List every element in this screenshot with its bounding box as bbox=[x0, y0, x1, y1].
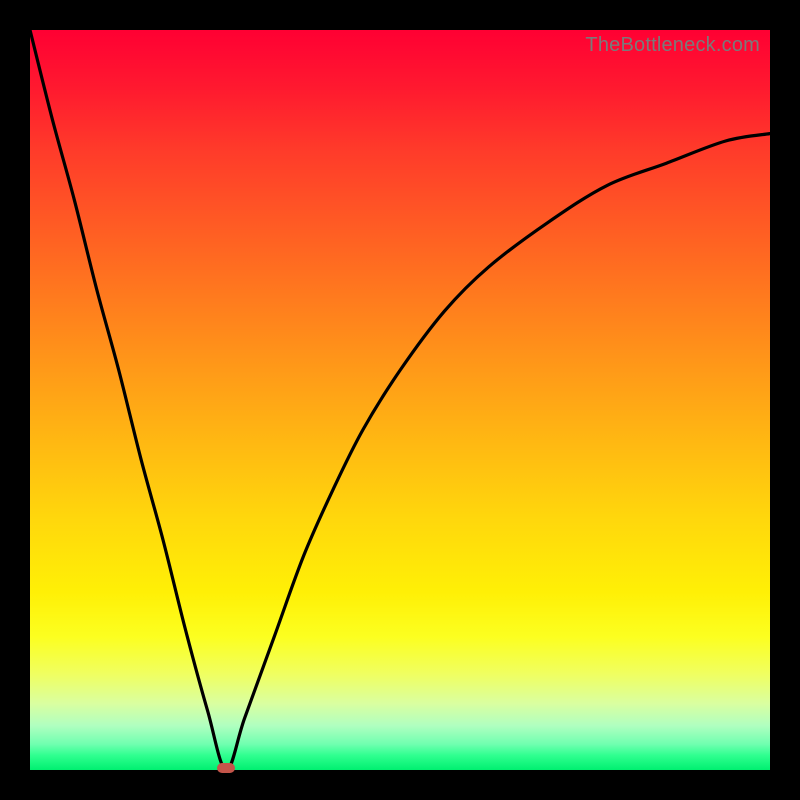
chart-frame: TheBottleneck.com bbox=[0, 0, 800, 800]
gradient-plot-area: TheBottleneck.com bbox=[30, 30, 770, 770]
curve-path bbox=[30, 30, 770, 770]
bottleneck-curve bbox=[30, 30, 770, 770]
minimum-marker bbox=[217, 763, 235, 773]
